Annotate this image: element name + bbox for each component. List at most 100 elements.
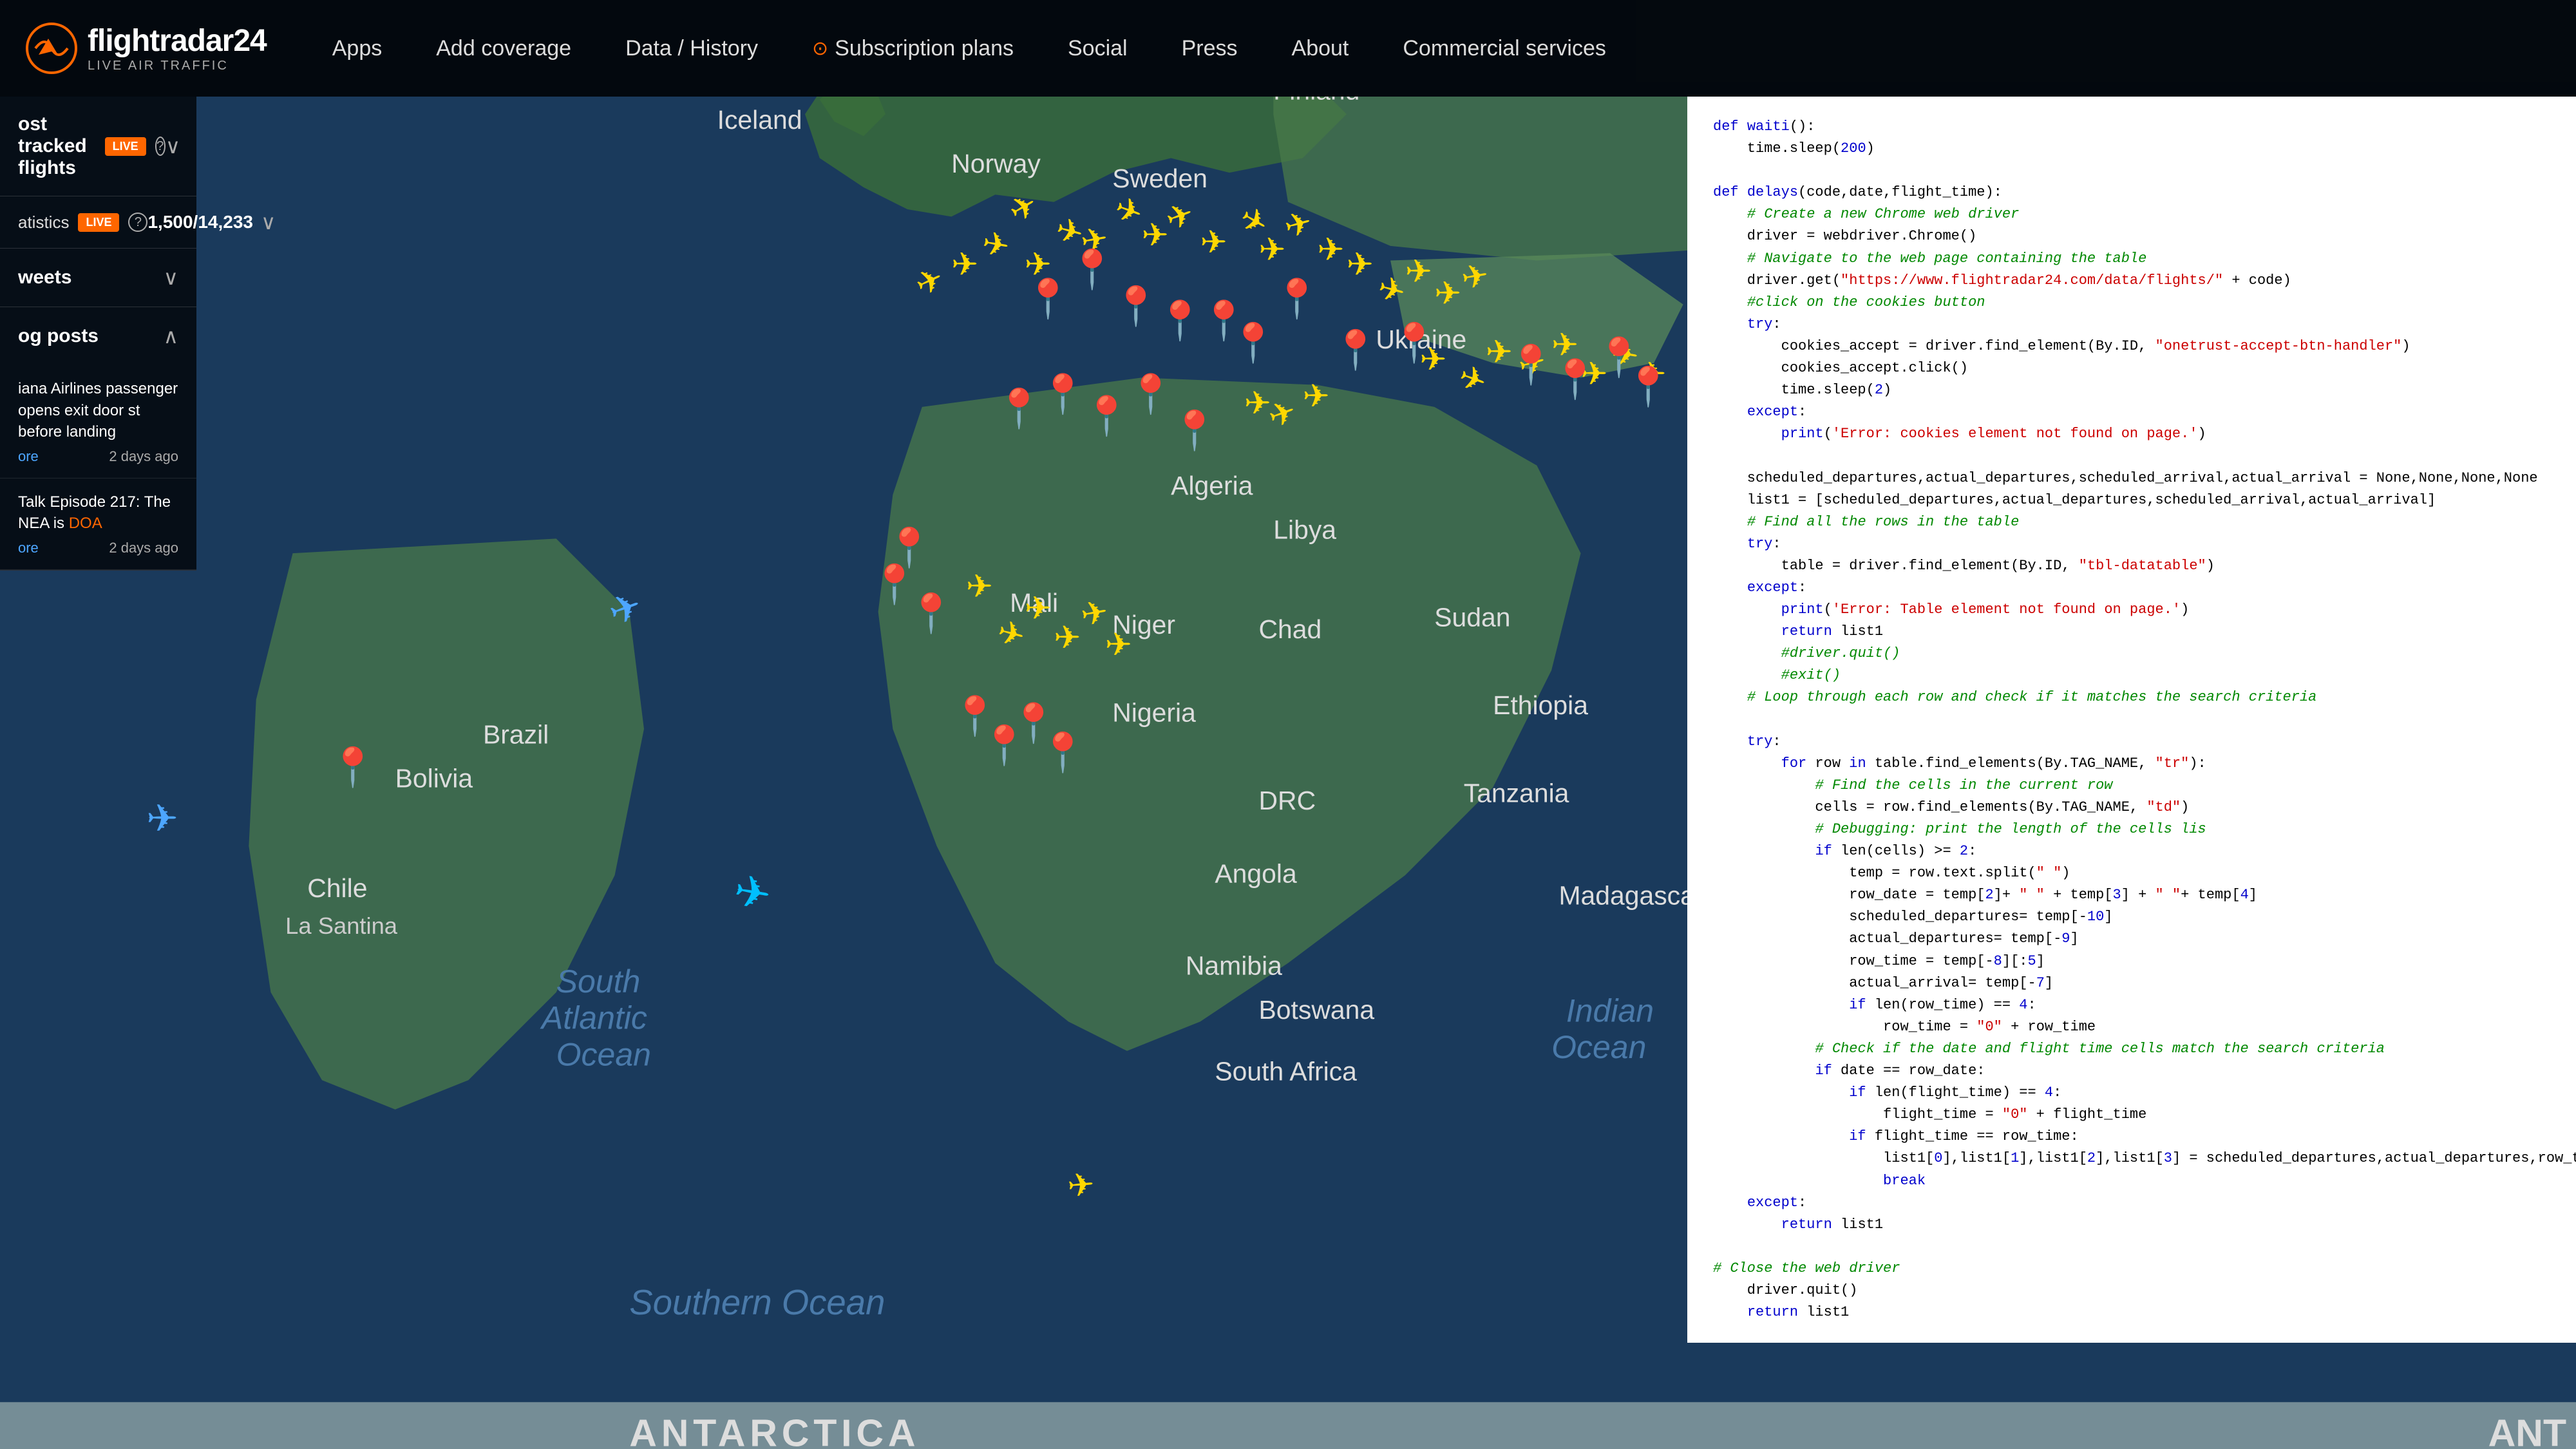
svg-text:📍: 📍 — [1332, 328, 1379, 372]
svg-text:📍: 📍 — [1039, 731, 1087, 774]
svg-text:📍: 📍 — [1273, 277, 1321, 320]
svg-text:Iceland: Iceland — [717, 105, 802, 135]
statistics-badge: LIVE — [78, 213, 119, 232]
tracked-flights-section: ost tracked flights LIVE ? ∨ — [0, 97, 196, 196]
blog-posts-chevron[interactable]: ∧ — [164, 324, 178, 348]
blog-posts-header[interactable]: og posts ∧ — [0, 307, 196, 365]
svg-text:✈: ✈ — [966, 568, 993, 604]
svg-text:📍: 📍 — [907, 592, 955, 635]
nav-item-apps[interactable]: Apps — [305, 0, 410, 97]
statistics-row: atistics LIVE ? 1,500/14,233 ∨ — [0, 196, 196, 248]
svg-text:✈: ✈ — [1200, 224, 1227, 260]
svg-text:📍: 📍 — [1390, 321, 1438, 364]
tweets-title: weets — [18, 267, 71, 289]
statistics-section: atistics LIVE ? 1,500/14,233 ∨ — [0, 196, 196, 249]
svg-text:📍: 📍 — [1171, 409, 1218, 452]
nav-item-about[interactable]: About — [1265, 0, 1376, 97]
logo[interactable]: flightradar24 LIVE AIR TRAFFIC — [26, 23, 267, 74]
statistics-info[interactable]: ? — [128, 213, 147, 232]
svg-text:Angola: Angola — [1215, 858, 1297, 888]
svg-text:✈: ✈ — [1347, 246, 1374, 282]
tweets-header[interactable]: weets ∨ — [0, 249, 196, 307]
svg-text:Botswana: Botswana — [1259, 995, 1375, 1025]
blog-item-0-title: iana Airlines passenger opens exit door … — [18, 378, 178, 443]
nav-item-add-coverage[interactable]: Add coverage — [409, 0, 598, 97]
svg-text:📍: 📍 — [1551, 357, 1599, 401]
svg-text:Ocean: Ocean — [556, 1037, 651, 1073]
svg-text:📍: 📍 — [1625, 365, 1672, 408]
subscription-icon: ⊙ — [812, 37, 828, 60]
svg-text:✈: ✈ — [1142, 217, 1169, 253]
svg-text:✈: ✈ — [1054, 620, 1081, 656]
tracked-flights-title: ost tracked flights — [18, 113, 96, 179]
nav-item-subscription[interactable]: ⊙ Subscription plans — [785, 0, 1041, 97]
svg-text:✈: ✈ — [980, 225, 1012, 265]
nav-item-commercial[interactable]: Commercial services — [1376, 0, 1633, 97]
svg-text:Sudan: Sudan — [1434, 603, 1510, 632]
svg-text:✈: ✈ — [1405, 254, 1432, 290]
svg-text:📍: 📍 — [1025, 277, 1072, 320]
blog-item-0-more[interactable]: ore — [18, 448, 39, 465]
svg-text:📍: 📍 — [1508, 343, 1555, 386]
svg-text:DRC: DRC — [1259, 786, 1316, 815]
svg-text:📍: 📍 — [329, 745, 377, 788]
svg-text:Namibia: Namibia — [1186, 951, 1282, 981]
blog-posts-section: og posts ∧ iana Airlines passenger opens… — [0, 307, 196, 571]
svg-text:Chad: Chad — [1259, 614, 1322, 644]
tracked-flights-chevron[interactable]: ∨ — [166, 134, 180, 158]
svg-text:Sweden: Sweden — [1112, 164, 1208, 193]
svg-text:✈: ✈ — [1066, 1166, 1096, 1204]
tweets-section: weets ∨ — [0, 249, 196, 307]
tweets-chevron[interactable]: ∨ — [164, 265, 178, 290]
svg-text:ANTARCTICA: ANTARCTICA — [629, 1412, 920, 1449]
svg-text:✈: ✈ — [1025, 246, 1052, 282]
brand-sub: LIVE AIR TRAFFIC — [88, 59, 267, 73]
code-content: def waiti(): time.sleep(200) def delays(… — [1687, 97, 2576, 1343]
svg-text:South Africa: South Africa — [1215, 1056, 1357, 1086]
svg-text:✈: ✈ — [1025, 590, 1052, 626]
svg-text:✈: ✈ — [1434, 276, 1461, 312]
svg-text:Atlantic: Atlantic — [540, 1000, 647, 1036]
nav-item-social[interactable]: Social — [1041, 0, 1155, 97]
svg-text:Indian: Indian — [1566, 992, 1654, 1028]
tracked-flights-header[interactable]: ost tracked flights LIVE ? ∨ — [0, 97, 196, 196]
svg-text:Southern Ocean: Southern Ocean — [629, 1283, 885, 1322]
brand-name: flightradar24 — [88, 23, 267, 59]
navbar: flightradar24 LIVE AIR TRAFFIC Apps Add … — [0, 0, 2576, 97]
blog-item-0: iana Airlines passenger opens exit door … — [0, 365, 196, 478]
blog-posts-title: og posts — [18, 325, 99, 347]
svg-text:Norway: Norway — [951, 149, 1041, 178]
svg-text:Algeria: Algeria — [1171, 471, 1253, 500]
svg-text:📍: 📍 — [995, 387, 1043, 430]
tracked-flights-info[interactable]: ? — [155, 137, 166, 156]
nav-item-data-history[interactable]: Data / History — [598, 0, 785, 97]
statistics-chevron[interactable]: ∨ — [261, 210, 276, 234]
blog-item-1-title: Talk Episode 217: The NEA is DOA — [18, 491, 178, 535]
sidebar: ost tracked flights LIVE ? ∨ atistics LI… — [0, 97, 196, 571]
svg-text:📍: 📍 — [1229, 321, 1277, 364]
svg-text:📍: 📍 — [1127, 372, 1175, 415]
svg-text:📍: 📍 — [1156, 299, 1204, 342]
svg-text:Madagascar: Madagascar — [1558, 881, 1703, 911]
svg-text:✈: ✈ — [730, 866, 775, 920]
statistics-label: atistics — [18, 213, 69, 232]
nav-items: Apps Add coverage Data / History ⊙ Subsc… — [305, 0, 2550, 97]
svg-text:Brazil: Brazil — [483, 720, 549, 750]
svg-text:Ocean: Ocean — [1551, 1029, 1646, 1065]
svg-text:✈: ✈ — [951, 246, 978, 282]
blog-item-1-more[interactable]: ore — [18, 540, 39, 556]
svg-text:✈: ✈ — [1303, 378, 1330, 414]
svg-text:✈: ✈ — [146, 797, 178, 840]
code-panel: def waiti(): time.sleep(200) def delays(… — [1687, 97, 2576, 1343]
svg-text:✈: ✈ — [1259, 232, 1286, 268]
svg-text:📍: 📍 — [1039, 372, 1087, 415]
svg-text:Finland: Finland — [1273, 97, 1359, 106]
svg-text:Ethiopia: Ethiopia — [1493, 690, 1588, 720]
svg-text:📍: 📍 — [1068, 248, 1116, 291]
nav-item-press[interactable]: Press — [1155, 0, 1265, 97]
svg-text:Libya: Libya — [1273, 515, 1336, 544]
svg-text:La Santina: La Santina — [285, 913, 398, 939]
svg-text:✈: ✈ — [1551, 327, 1578, 363]
svg-text:✈: ✈ — [1105, 627, 1132, 663]
tracked-flights-badge: LIVE — [105, 137, 146, 156]
